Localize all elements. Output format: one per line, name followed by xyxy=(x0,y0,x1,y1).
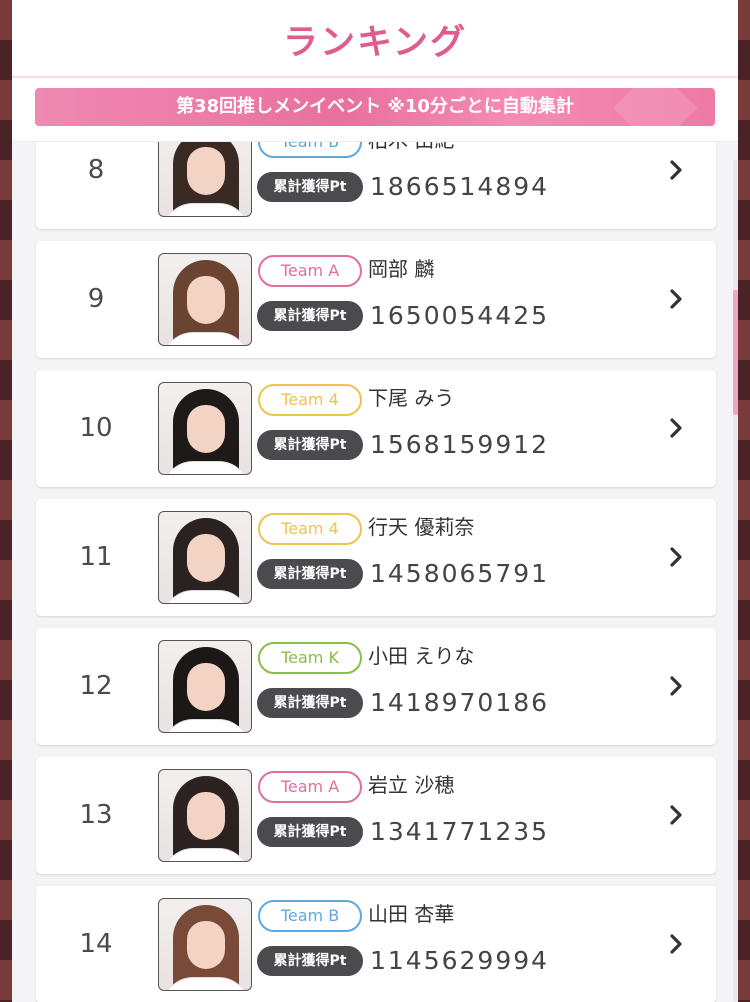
member-photo xyxy=(158,898,252,991)
chevron-right-icon xyxy=(670,676,682,696)
ranking-row[interactable]: 10 Team 4 下尾 みう 累計獲得Pt 1568159912 xyxy=(36,370,716,487)
chevron-right-icon xyxy=(670,934,682,954)
cumulative-points-value: 1145629994 xyxy=(370,946,550,975)
event-banner: 第38回推しメンイベント ※10分ごとに自動集計 xyxy=(35,88,715,126)
title-divider xyxy=(12,76,738,78)
cumulative-points-label: 累計獲得Pt xyxy=(257,817,363,847)
member-name: 山田 杏華 xyxy=(368,902,455,926)
chevron-right-icon xyxy=(670,805,682,825)
rank-number: 11 xyxy=(79,542,113,572)
cumulative-points-label: 累計獲得Pt xyxy=(257,172,363,202)
cumulative-points-value: 1341771235 xyxy=(370,817,550,846)
cumulative-points-value: 1458065791 xyxy=(370,559,550,588)
member-photo xyxy=(158,253,252,346)
member-photo xyxy=(158,382,252,475)
cumulative-points-label: 累計獲得Pt xyxy=(257,559,363,589)
member-name: 小田 えりな xyxy=(368,644,475,668)
chevron-right-icon xyxy=(670,418,682,438)
cumulative-points-value: 1650054425 xyxy=(370,301,550,330)
member-name: 行天 優莉奈 xyxy=(368,515,475,539)
background-edge-right xyxy=(736,0,750,1002)
team-badge: Team 4 xyxy=(258,513,362,545)
member-photo xyxy=(158,511,252,604)
cumulative-points-label: 累計獲得Pt xyxy=(257,301,363,331)
cumulative-points-value: 1418970186 xyxy=(370,688,550,717)
member-photo xyxy=(158,769,252,862)
ranking-row[interactable]: 13 Team A 岩立 沙穂 累計獲得Pt 1341771235 xyxy=(36,757,716,874)
team-badge: Team B xyxy=(258,900,362,932)
ranking-header: ランキング 第38回推しメンイベント ※10分ごとに自動集計 xyxy=(12,0,738,142)
event-banner-label: 第38回推しメンイベント ※10分ごとに自動集計 xyxy=(176,96,574,117)
rank-number: 9 xyxy=(87,284,105,314)
cumulative-points-label: 累計獲得Pt xyxy=(257,946,363,976)
member-photo xyxy=(158,640,252,733)
chevron-right-icon xyxy=(670,547,682,567)
ranking-panel: ランキング 第38回推しメンイベント ※10分ごとに自動集計 8 Team B … xyxy=(12,0,738,1002)
team-badge: Team A xyxy=(258,255,362,287)
ranking-row[interactable]: 11 Team 4 行天 優莉奈 累計獲得Pt 1458065791 xyxy=(36,499,716,616)
team-badge: Team A xyxy=(258,771,362,803)
team-badge: Team K xyxy=(258,642,362,674)
member-name: 下尾 みう xyxy=(368,386,455,410)
rank-number: 10 xyxy=(79,413,113,443)
member-name: 岡部 麟 xyxy=(368,257,435,281)
ranking-row[interactable]: 14 Team B 山田 杏華 累計獲得Pt 1145629994 xyxy=(36,886,716,1002)
rank-number: 14 xyxy=(79,929,113,959)
scrollbar[interactable] xyxy=(733,160,738,1002)
cumulative-points-label: 累計獲得Pt xyxy=(257,688,363,718)
member-name: 岩立 沙穂 xyxy=(368,773,455,797)
chevron-right-icon xyxy=(670,160,682,180)
chevron-right-icon xyxy=(670,289,682,309)
cumulative-points-value: 1866514894 xyxy=(370,172,550,201)
cumulative-points-label: 累計獲得Pt xyxy=(257,430,363,460)
page-title: ランキング xyxy=(283,23,467,63)
ranking-row[interactable]: 12 Team K 小田 えりな 累計獲得Pt 1418970186 xyxy=(36,628,716,745)
cumulative-points-value: 1568159912 xyxy=(370,430,550,459)
rank-number: 12 xyxy=(79,671,113,701)
team-badge: Team 4 xyxy=(258,384,362,416)
scrollbar-thumb[interactable] xyxy=(733,290,738,415)
ranking-row[interactable]: 9 Team A 岡部 麟 累計獲得Pt 1650054425 xyxy=(36,241,716,358)
rank-number: 13 xyxy=(79,800,113,830)
